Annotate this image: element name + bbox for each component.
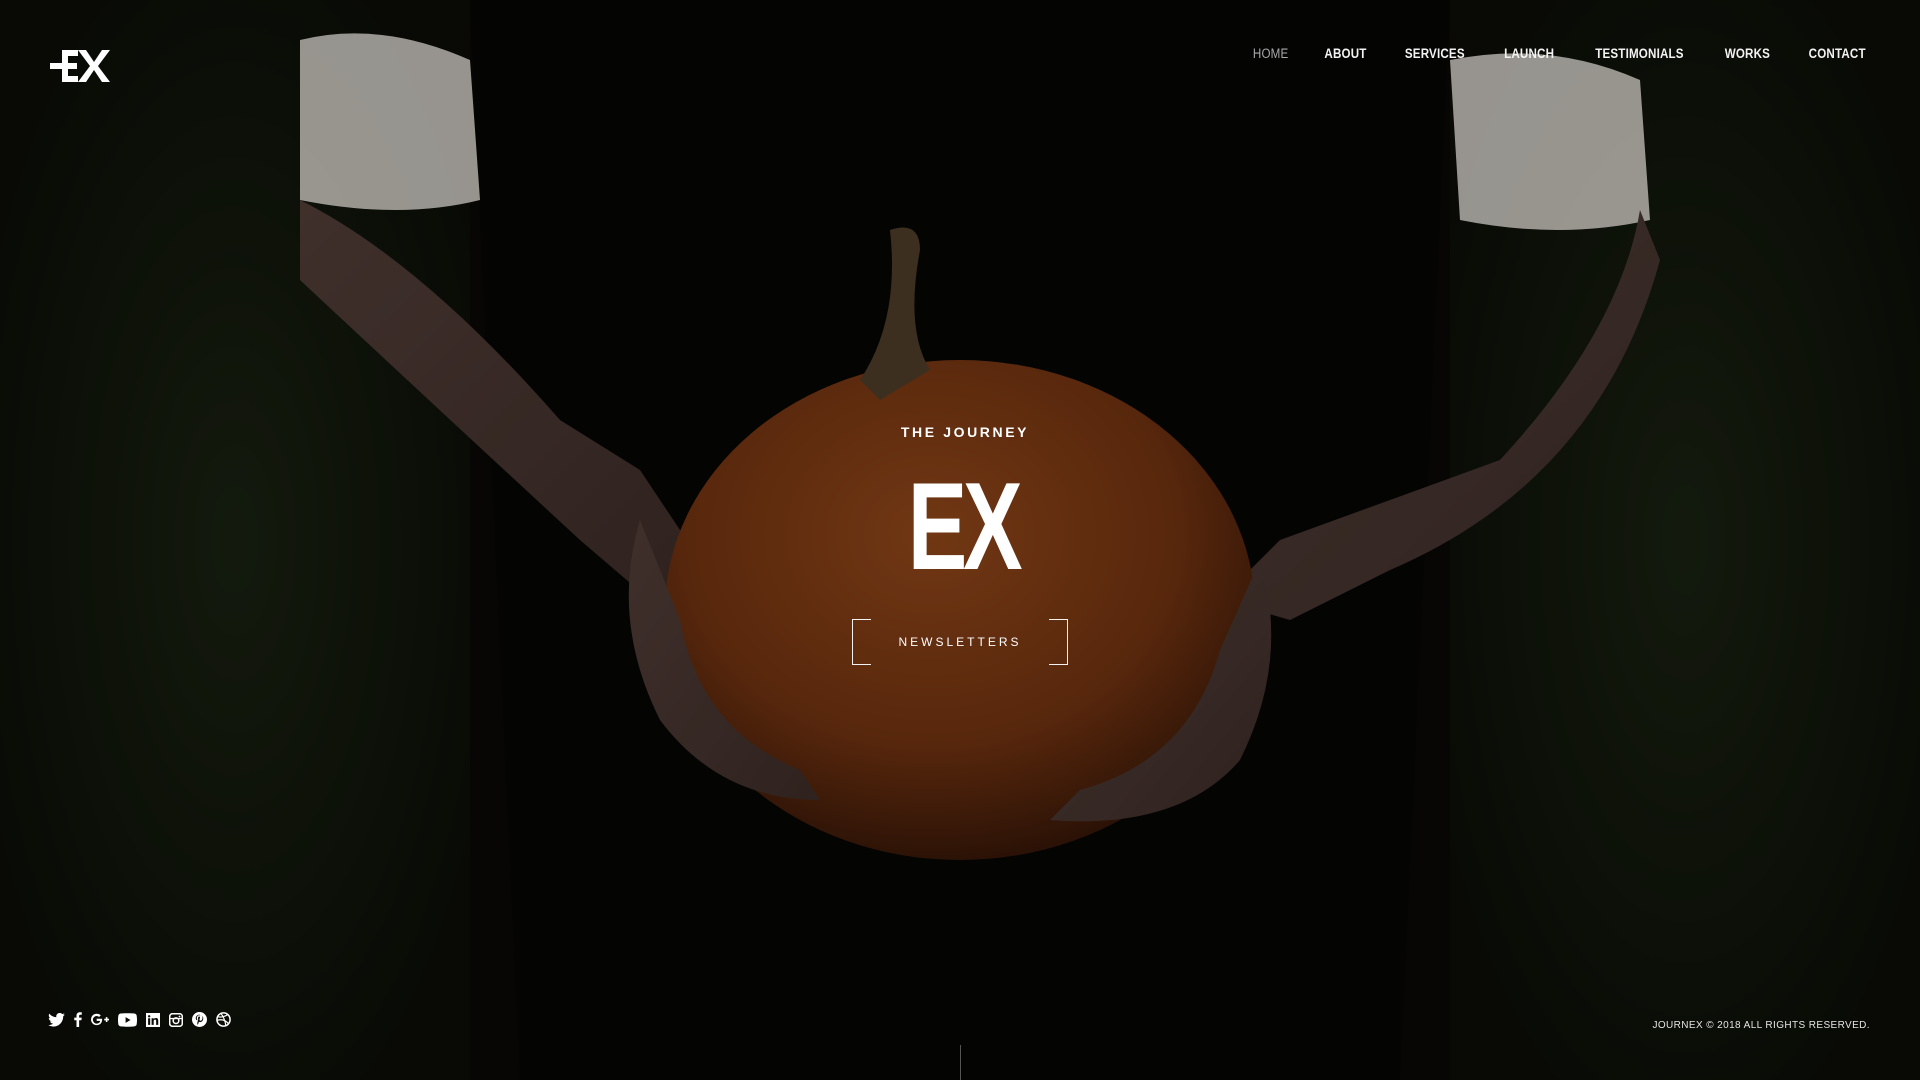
copyright-text: JOURNEX © 2018 ALL RIGHTS RESERVED. <box>1652 1020 1870 1031</box>
twitter-icon[interactable] <box>48 1012 65 1027</box>
newsletters-label: NEWSLETTERS <box>898 635 1022 649</box>
hero-eyebrow: THE JOURNEY <box>900 424 1030 440</box>
newsletters-button[interactable]: NEWSLETTERS <box>852 619 1068 665</box>
dribbble-icon[interactable] <box>216 1012 231 1027</box>
facebook-icon[interactable] <box>74 1012 82 1027</box>
youtube-icon[interactable] <box>118 1012 137 1027</box>
social-links <box>48 1012 231 1027</box>
hero-section: THE JOURNEY EX NEWSLETTERS <box>0 0 1920 1080</box>
linkedin-icon[interactable] <box>146 1012 160 1027</box>
pinterest-icon[interactable] <box>192 1012 207 1027</box>
google-plus-icon[interactable] <box>91 1013 109 1027</box>
scroll-indicator-line <box>960 1045 961 1080</box>
bracket-left <box>852 619 871 665</box>
hero-title: EX <box>907 458 1023 596</box>
bracket-right <box>1049 619 1068 665</box>
instagram-icon[interactable] <box>169 1012 183 1027</box>
